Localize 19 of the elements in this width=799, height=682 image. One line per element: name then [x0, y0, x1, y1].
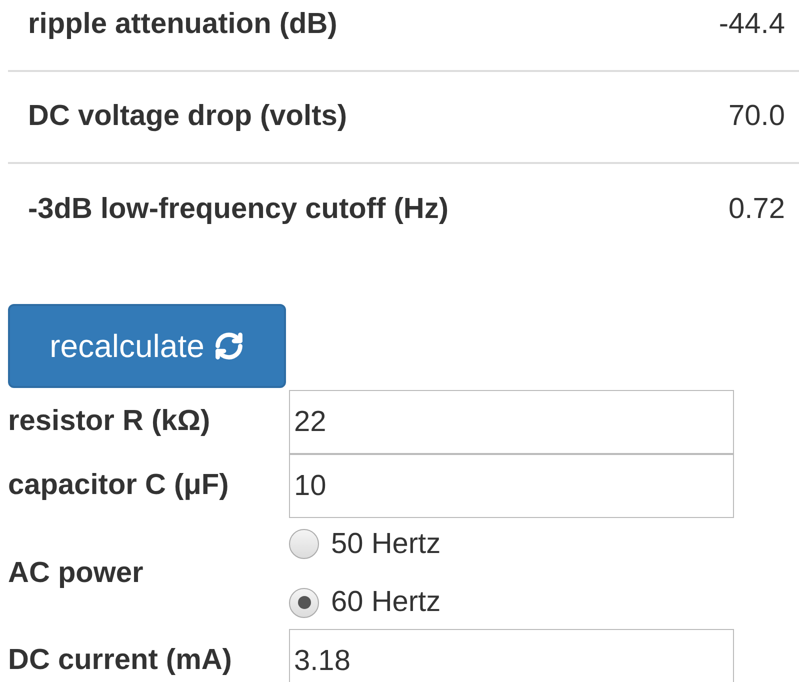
result-label: ripple attenuation (dB)	[28, 7, 338, 42]
field-label: AC power	[8, 556, 144, 591]
field-label: resistor R (kΩ)	[8, 404, 212, 440]
input-field[interactable]: 22	[289, 390, 734, 454]
radio-label: 60 Hertz	[331, 585, 441, 620]
result-label: -3dB low-frequency cutoff (Hz)	[28, 192, 448, 228]
radio-button[interactable]	[289, 529, 319, 560]
refresh-icon	[214, 331, 244, 361]
result-label: DC voltage drop (volts)	[28, 99, 348, 134]
input-field[interactable]: 10	[289, 454, 734, 518]
radio-button[interactable]	[289, 588, 319, 618]
result-value: 0.72	[728, 192, 785, 228]
recalculate-button[interactable]: recalculate	[8, 304, 286, 388]
input-field[interactable]: 3.18	[289, 629, 734, 682]
result-value: 70.0	[728, 99, 785, 134]
result-value: -44.4	[718, 7, 785, 42]
field-label: capacitor C (μF)	[8, 468, 230, 504]
radio-label: 50 Hertz	[331, 526, 441, 562]
field-label: DC current (mA)	[8, 643, 233, 678]
